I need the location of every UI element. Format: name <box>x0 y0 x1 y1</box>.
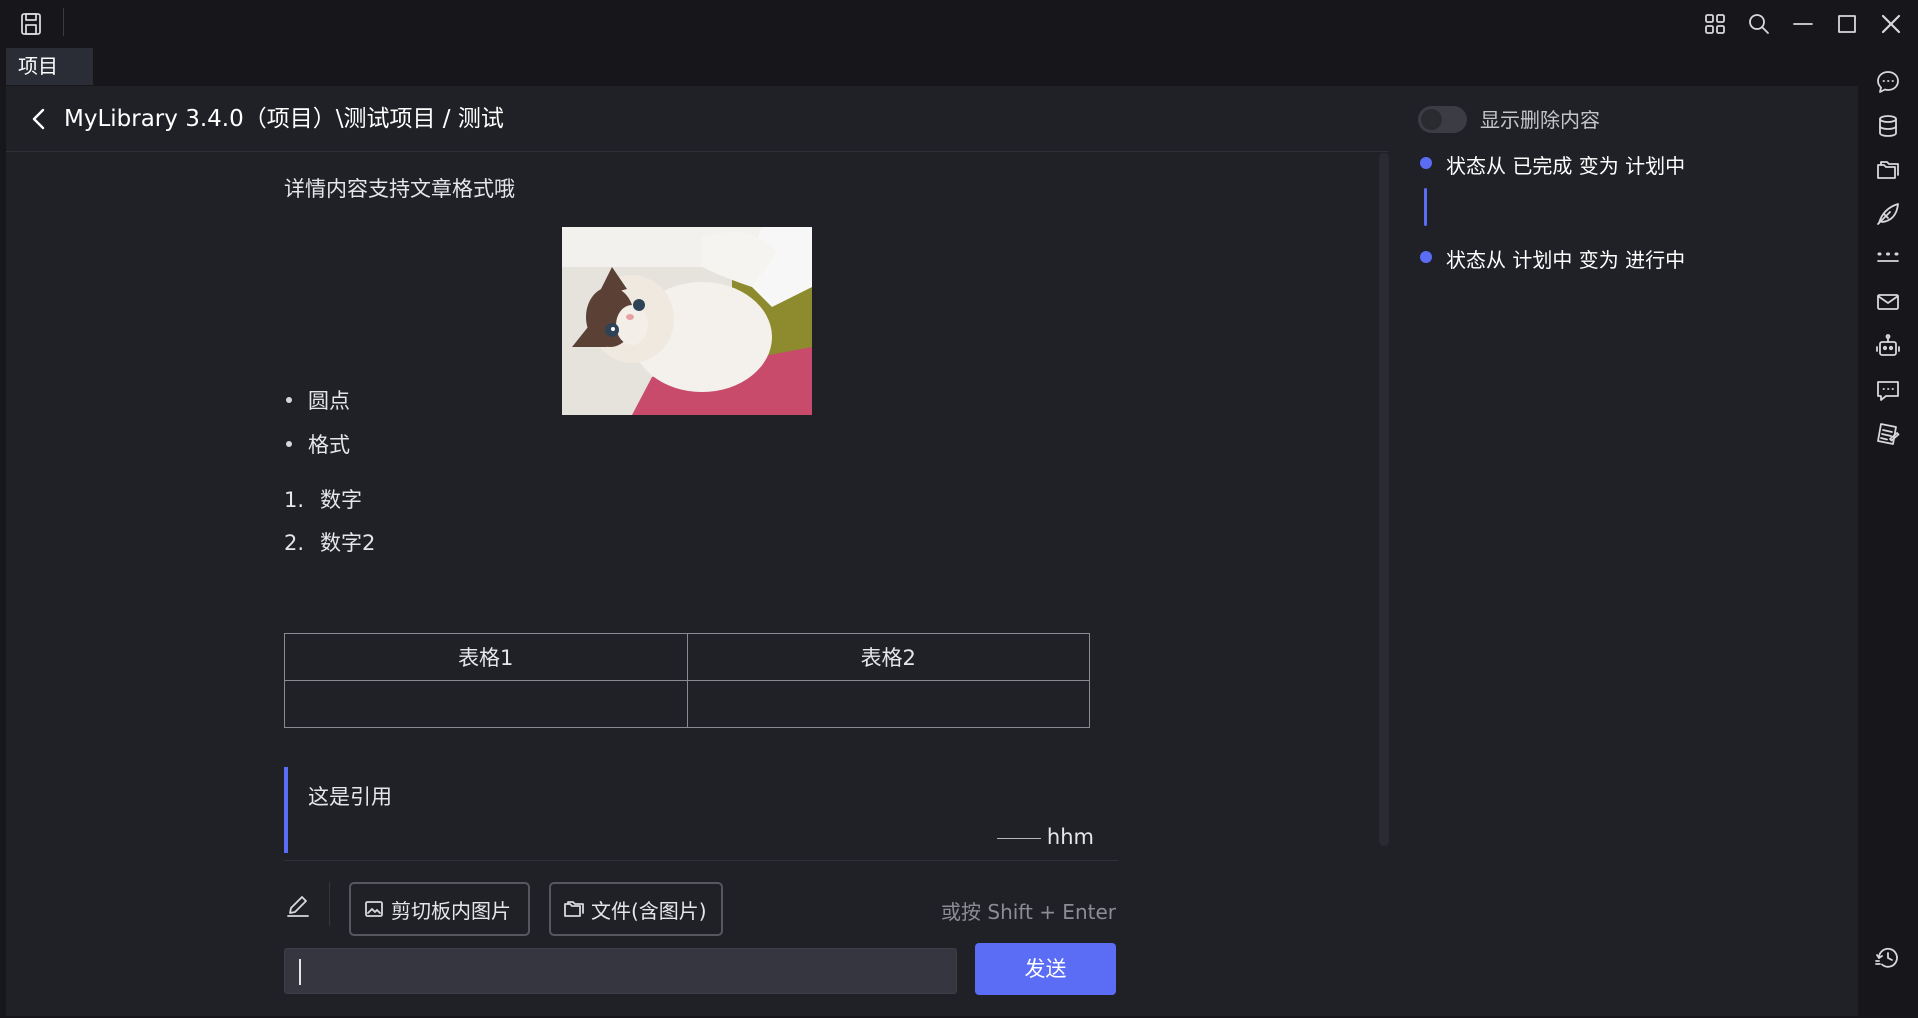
item-text: 数字2 <box>320 531 376 555</box>
save-icon[interactable] <box>16 9 46 39</box>
detail-content: 详情内容支持文章格式哦 圆点 格式 1. 数字 2. 数字2 表格1 表格2 这… <box>6 153 1388 853</box>
folder-icon <box>564 901 584 917</box>
pen-icon[interactable] <box>284 892 312 920</box>
bullet-item: 格式 <box>284 429 350 459</box>
timeline-dot <box>1420 157 1432 169</box>
history-icon[interactable] <box>1874 944 1902 972</box>
numbered-item: 2. 数字2 <box>284 527 375 557</box>
item-text: 数字 <box>320 488 362 512</box>
show-deleted-toggle[interactable] <box>1418 106 1467 133</box>
table-row <box>284 680 1090 728</box>
timeline-connector <box>1424 188 1427 226</box>
message-input[interactable] <box>284 948 957 994</box>
quote-author-name: hhm <box>1046 825 1094 849</box>
history-entry: 状态从 已完成 变为 计划中 <box>1446 154 1686 178</box>
maximize-icon[interactable] <box>1832 9 1862 39</box>
history-entry: 状态从 计划中 变为 进行中 <box>1446 248 1686 272</box>
table-header-cell: 表格1 <box>284 633 688 681</box>
quote-author: hhm <box>996 825 1094 849</box>
close-icon[interactable] <box>1876 9 1906 39</box>
tab-project[interactable]: 项目 <box>6 48 93 85</box>
detail-header: MyLibrary 3.4.0（项目）\测试项目 / 测试 <box>6 86 1388 152</box>
database-icon[interactable] <box>1874 112 1902 140</box>
title-bar <box>0 0 1918 46</box>
mail-icon[interactable] <box>1874 288 1902 316</box>
clipboard-button-label: 剪切板内图片 <box>391 898 511 923</box>
bullet-dot <box>286 441 292 447</box>
back-arrow-icon[interactable] <box>26 106 52 132</box>
right-sidebar <box>1858 46 1918 1018</box>
numbered-item: 1. 数字 <box>284 484 362 514</box>
quote-text: 这是引用 <box>308 785 392 809</box>
content-table: 表格1 表格2 <box>284 633 1090 728</box>
message-icon[interactable] <box>1874 376 1902 404</box>
title-separator <box>63 8 64 36</box>
send-button[interactable]: 发送 <box>975 943 1116 995</box>
comment-icon[interactable] <box>1874 68 1902 96</box>
bullet-item: 圆点 <box>284 385 350 415</box>
text-caret <box>299 959 301 985</box>
history-panel: 显示删除内容 状态从 已完成 变为 计划中 状态从 计划中 变为 进行中 <box>1388 86 1858 1016</box>
toggle-label: 显示删除内容 <box>1480 108 1600 132</box>
more-icon[interactable] <box>1874 244 1902 272</box>
search-icon[interactable] <box>1744 9 1774 39</box>
shortcut-hint: 或按 Shift + Enter <box>941 900 1116 924</box>
main-panel: MyLibrary 3.4.0（项目）\测试项目 / 测试 详情内容支持文章格式… <box>6 86 1858 1016</box>
editor-divider <box>284 860 1118 861</box>
file-upload-button[interactable]: 文件(含图片) <box>549 882 723 936</box>
minimize-icon[interactable] <box>1788 9 1818 39</box>
intro-text: 详情内容支持文章格式哦 <box>284 177 515 201</box>
folders-icon[interactable] <box>1874 156 1902 184</box>
cat-photo <box>562 227 812 415</box>
leaf-icon[interactable] <box>1874 200 1902 228</box>
toolbar-separator <box>329 882 330 926</box>
notes-icon[interactable] <box>1874 420 1902 448</box>
item-number: 1. <box>284 488 305 512</box>
table-header-cell: 表格2 <box>686 633 1090 681</box>
grid-icon[interactable] <box>1700 9 1730 39</box>
image-icon <box>365 901 383 917</box>
timeline-dot <box>1420 251 1432 263</box>
table-header-row: 表格1 表格2 <box>284 633 1090 681</box>
breadcrumb: MyLibrary 3.4.0（项目）\测试项目 / 测试 <box>64 106 504 132</box>
bullet-dot <box>286 397 292 403</box>
clipboard-image-button[interactable]: 剪切板内图片 <box>349 882 530 936</box>
bullet-text: 圆点 <box>308 389 350 413</box>
table-cell <box>686 680 1090 728</box>
quote-dash <box>996 837 1041 839</box>
robot-icon[interactable] <box>1874 332 1902 360</box>
table-cell <box>284 680 688 728</box>
item-number: 2. <box>284 531 305 555</box>
file-button-label: 文件(含图片) <box>591 898 707 923</box>
blockquote: 这是引用 hhm <box>284 767 1094 853</box>
bullet-text: 格式 <box>308 433 350 457</box>
toggle-knob <box>1421 109 1442 130</box>
